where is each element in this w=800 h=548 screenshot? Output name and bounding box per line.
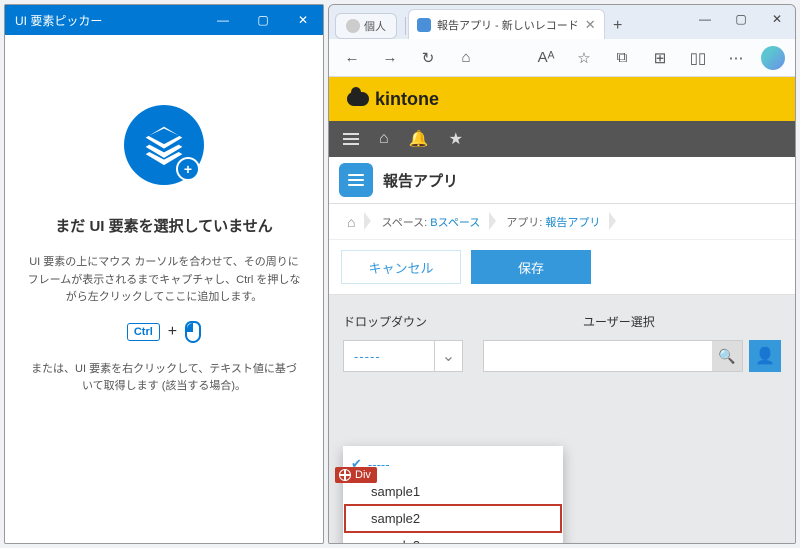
layers-icon: + — [124, 105, 204, 185]
copilot-icon[interactable] — [761, 46, 785, 70]
tab-favicon — [417, 18, 431, 32]
browser-tab[interactable]: 報告アプリ - 新しいレコード ✕ — [408, 9, 605, 39]
nav-star-icon[interactable]: ★ — [449, 129, 463, 149]
action-button-row: キャンセル 保存 — [329, 240, 795, 295]
picker-instruction-1: UI 要素の上にマウス カーソルを合わせて、その周りにフレームが表示されるまでキ… — [23, 254, 305, 307]
user-picker-button[interactable]: 👤 — [749, 340, 781, 372]
dropdown-option-highlighted[interactable]: sample2 — [345, 505, 561, 532]
favorite-button[interactable]: ☆ — [571, 45, 597, 71]
breadcrumb-app[interactable]: アプリ: 報告アプリ — [496, 210, 610, 234]
app-list-icon — [339, 163, 373, 197]
user-select-label: ユーザー選択 — [583, 313, 655, 330]
collections-button[interactable]: ⧉ — [609, 45, 635, 71]
tab-title: 報告アプリ - 新しいレコード — [437, 17, 579, 33]
dropdown-field[interactable]: ----- ⌄ — [343, 340, 463, 372]
search-icon[interactable]: 🔍 — [712, 341, 742, 371]
text-size-button[interactable]: Aᴬ — [533, 45, 559, 71]
browser-window: 個人 報告アプリ - 新しいレコード ✕ + — ▢ ✕ ← → ↻ ⌂ Aᴬ … — [328, 4, 796, 544]
dropdown-value: ----- — [344, 349, 434, 364]
minimize-button[interactable]: — — [203, 5, 243, 35]
save-button[interactable]: 保存 — [471, 250, 591, 284]
profile-button[interactable]: 個人 — [335, 13, 397, 39]
browser-close-button[interactable]: ✕ — [759, 5, 795, 33]
breadcrumb-home-icon[interactable]: ⌂ — [337, 210, 365, 234]
user-search-box: 🔍 — [483, 340, 743, 372]
nav-bell-icon[interactable]: 🔔 — [409, 129, 429, 149]
plus-badge-icon: + — [176, 157, 200, 181]
chevron-down-icon: ⌄ — [434, 341, 462, 371]
picker-heading: まだ UI 要素を選択していません — [23, 215, 305, 236]
nav-home-icon[interactable]: ⌂ — [379, 130, 389, 148]
tab-separator — [405, 17, 406, 35]
maximize-button[interactable]: ▢ — [243, 5, 283, 35]
cancel-button[interactable]: キャンセル — [341, 250, 461, 284]
kintone-nav: ⌂ 🔔 ★ — [329, 121, 795, 157]
picker-body: + まだ UI 要素を選択していません UI 要素の上にマウス カーソルを合わせ… — [5, 35, 323, 396]
app-title: 報告アプリ — [383, 170, 458, 191]
address-bar: ← → ↻ ⌂ Aᴬ ☆ ⧉ ⊞ ▯▯ ⋯ — [329, 39, 795, 77]
split-screen-button[interactable]: ▯▯ — [685, 45, 711, 71]
breadcrumb-space-link: Bスペース — [430, 217, 480, 229]
kintone-logo-text: kintone — [375, 89, 439, 110]
breadcrumb-app-link: 報告アプリ — [545, 217, 600, 229]
ui-picker-window: UI 要素ピッカー — ▢ ✕ + まだ UI 要素を選択していません UI 要… — [4, 4, 324, 544]
field-row: ----- ⌄ 🔍 👤 — [343, 340, 781, 372]
apps-button[interactable]: ⊞ — [647, 45, 673, 71]
kintone-header: kintone — [329, 77, 795, 121]
close-button[interactable]: ✕ — [283, 5, 323, 35]
breadcrumb-space-label: スペース: — [381, 217, 430, 229]
browser-minimize-button[interactable]: — — [687, 5, 723, 33]
field-labels: ドロップダウン ユーザー選択 — [343, 313, 781, 330]
breadcrumb-app-label: アプリ: — [506, 217, 545, 229]
app-title-row: 報告アプリ — [329, 157, 795, 204]
element-type-badge: Div — [335, 467, 377, 483]
picker-title: UI 要素ピッカー — [5, 12, 203, 29]
reload-button[interactable]: ↻ — [415, 45, 441, 71]
more-button[interactable]: ⋯ — [723, 45, 749, 71]
ctrl-click-hint: Ctrl + — [23, 321, 305, 343]
dropdown-option[interactable]: sample3 — [343, 532, 563, 543]
tab-close-icon[interactable]: ✕ — [585, 17, 596, 33]
mouse-icon — [185, 321, 201, 343]
browser-maximize-button[interactable]: ▢ — [723, 5, 759, 33]
menu-icon[interactable] — [343, 133, 359, 145]
home-button[interactable]: ⌂ — [453, 45, 479, 71]
ctrl-key-icon: Ctrl — [127, 323, 160, 341]
back-button[interactable]: ← — [339, 45, 365, 71]
dropdown-menu: ----- sample1 sample2 sample3 sample4 sa… — [343, 446, 563, 543]
kintone-logo[interactable]: kintone — [347, 89, 439, 110]
tab-strip: 個人 報告アプリ - 新しいレコード ✕ + — ▢ ✕ — [329, 5, 795, 39]
page-content: kintone ⌂ 🔔 ★ 報告アプリ ⌂ スペース: Bスペース アプリ: 報… — [329, 77, 795, 543]
badge-label: Div — [355, 469, 371, 481]
profile-icon — [346, 19, 360, 33]
picker-instruction-2: または、UI 要素を右クリックして、テキスト値に基づいて取得します (該当する場… — [23, 361, 305, 396]
user-select-field: 🔍 👤 — [483, 340, 781, 372]
breadcrumb-space[interactable]: スペース: Bスペース — [371, 210, 490, 234]
profile-label: 個人 — [364, 18, 386, 34]
user-search-input[interactable] — [484, 341, 712, 371]
breadcrumb: ⌂ スペース: Bスペース アプリ: 報告アプリ — [329, 204, 795, 240]
new-tab-button[interactable]: + — [605, 13, 631, 39]
globe-icon — [339, 469, 351, 481]
dropdown-label: ドロップダウン — [343, 313, 463, 330]
picker-titlebar: UI 要素ピッカー — ▢ ✕ — [5, 5, 323, 35]
kintone-cloud-icon — [347, 92, 369, 106]
forward-button[interactable]: → — [377, 45, 403, 71]
form-area: ドロップダウン ユーザー選択 ----- ⌄ 🔍 👤 — [329, 295, 795, 390]
plus-icon: + — [168, 323, 177, 341]
